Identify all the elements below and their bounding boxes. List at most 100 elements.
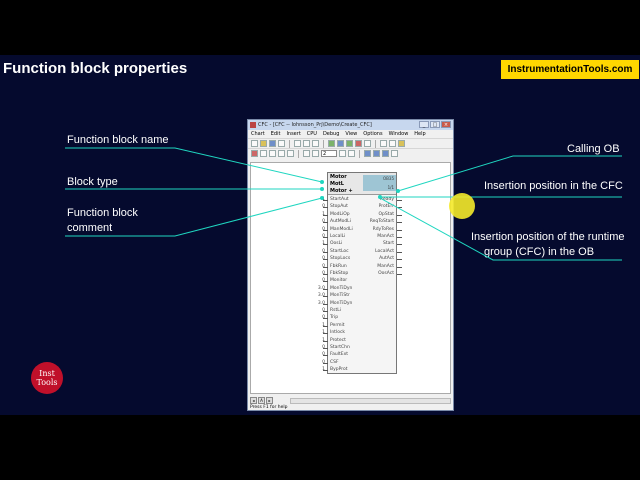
menu-insert[interactable]: Insert [286,131,300,137]
output-pin[interactable]: ReqToStart [370,219,394,224]
menu-bar: Chart Edit Insert CPU Debug View Options… [248,130,453,138]
overview-icon[interactable] [303,150,310,157]
toolbar-separator [298,149,299,158]
delete-icon[interactable] [278,150,285,157]
output-connector [397,259,402,261]
horizontal-scrollbar[interactable] [290,398,451,404]
library-icon[interactable] [328,140,335,147]
input-pin[interactable]: StartAut [330,197,349,202]
connect-icon[interactable] [260,150,267,157]
close-button[interactable]: × [441,121,451,128]
output-connector [397,266,402,268]
minimize-button[interactable]: _ [419,121,429,128]
input-pin[interactable]: MonTiStr [330,293,350,298]
output-pin[interactable]: RdyToRes [373,227,394,232]
output-pin[interactable]: ProtErr [379,204,394,209]
input-pin[interactable]: CSF [330,360,339,365]
download-icon[interactable] [355,140,362,147]
input-pin[interactable]: RstLi [330,308,341,313]
input-pin[interactable]: FbkStop [330,271,348,276]
inst-tools-logo: Inst Tools [31,362,63,394]
output-pin[interactable]: Ready [380,197,394,202]
save-icon[interactable] [269,140,276,147]
cascade-icon[interactable] [364,150,371,157]
output-pin[interactable]: LocalAct [375,249,394,254]
window-titlebar[interactable]: CFC - [CFC -- Iohnsson_Prj\Demo\Create_C… [248,120,453,130]
help-icon[interactable] [389,140,396,147]
sheet-tab-a[interactable]: A [258,397,265,404]
menu-cpu[interactable]: CPU [307,131,317,137]
menu-view[interactable]: View [345,131,357,137]
input-pin[interactable]: Intlock [330,330,345,335]
input-pin[interactable]: MonTiDyn [330,301,352,306]
input-pin[interactable]: ManModLi [330,227,353,232]
block-comment: Motor + [330,188,353,194]
tools-icon[interactable] [398,140,405,147]
run-sequence-icon[interactable] [269,150,276,157]
output-pin[interactable]: ManAct [377,234,394,239]
input-pin[interactable]: StartChn [330,345,350,350]
sheet-view-icon[interactable] [312,150,319,157]
menu-window[interactable]: Window [389,131,409,137]
input-connector [323,303,328,305]
input-pin[interactable]: FaultExt [330,352,348,357]
monitor-icon[interactable] [380,140,387,147]
output-pin[interactable]: AutAct [379,256,394,261]
output-connector [397,229,402,231]
zoom-in-icon[interactable] [339,150,346,157]
arrange-icon[interactable] [382,150,389,157]
compile-icon[interactable] [346,140,353,147]
toolbar-separator [359,149,360,158]
maximize-button[interactable]: □ [430,121,440,128]
input-pin[interactable]: LocalLi [330,234,345,239]
tile-icon[interactable] [373,150,380,157]
zoom-select[interactable]: 2 [321,150,337,157]
input-pin[interactable]: Protect [330,338,346,343]
pointer-icon[interactable] [251,150,258,157]
input-pin[interactable]: BypProt [330,367,348,372]
new-icon[interactable] [251,140,258,147]
prev-sheet-icon[interactable]: ◂ [250,397,257,404]
output-pin[interactable]: ManAct [377,264,394,269]
copy-icon[interactable] [303,140,310,147]
block-header[interactable]: OB35 1/1 Motor MotL Motor + [328,173,396,195]
input-pin[interactable]: OosLi [330,241,342,246]
menu-chart[interactable]: Chart [251,131,265,137]
input-pin[interactable]: StartLoc [330,249,349,254]
input-pin[interactable]: Trip [330,315,338,320]
input-pin[interactable]: Permit [330,323,345,328]
output-pin[interactable]: Start [383,241,394,246]
toolbar-separator [289,139,290,148]
open-icon[interactable] [260,140,267,147]
output-pin[interactable]: OosAct [378,271,394,276]
window-icon[interactable] [391,150,398,157]
input-connector [323,340,328,342]
menu-options[interactable]: Options [363,131,382,137]
catalog-icon[interactable] [337,140,344,147]
print-icon[interactable] [278,140,285,147]
menu-debug[interactable]: Debug [323,131,339,137]
zoom-out-icon[interactable] [348,150,355,157]
input-pin[interactable]: StopAut [330,204,348,209]
cut-icon[interactable] [294,140,301,147]
toolbar-separator [375,139,376,148]
menu-help[interactable]: Help [414,131,425,137]
input-connector [323,333,328,335]
input-pin[interactable]: AutModLi [330,219,351,224]
input-pin[interactable]: StopLocs [330,256,350,261]
output-connector [397,222,402,224]
input-pin[interactable]: ModLiOp [330,212,350,217]
menu-edit[interactable]: Edit [271,131,281,137]
sheet-bar-icon[interactable] [287,150,294,157]
input-pin[interactable]: FbkRun [330,264,347,269]
chart-canvas[interactable]: OB35 1/1 Motor MotL Motor + StartAut Stop… [250,162,451,394]
input-pin[interactable]: Monitor [330,278,347,283]
paste-icon[interactable] [312,140,319,147]
block-type: MotL [330,181,344,187]
test-mode-icon[interactable] [364,140,371,147]
output-connector [397,274,402,275]
input-pin[interactable]: MonTiDyn [330,286,352,291]
function-block[interactable]: OB35 1/1 Motor MotL Motor + StartAut Stop… [327,172,397,374]
output-pin[interactable]: OpStat [378,212,394,217]
next-sheet-icon[interactable]: ▸ [266,397,273,404]
